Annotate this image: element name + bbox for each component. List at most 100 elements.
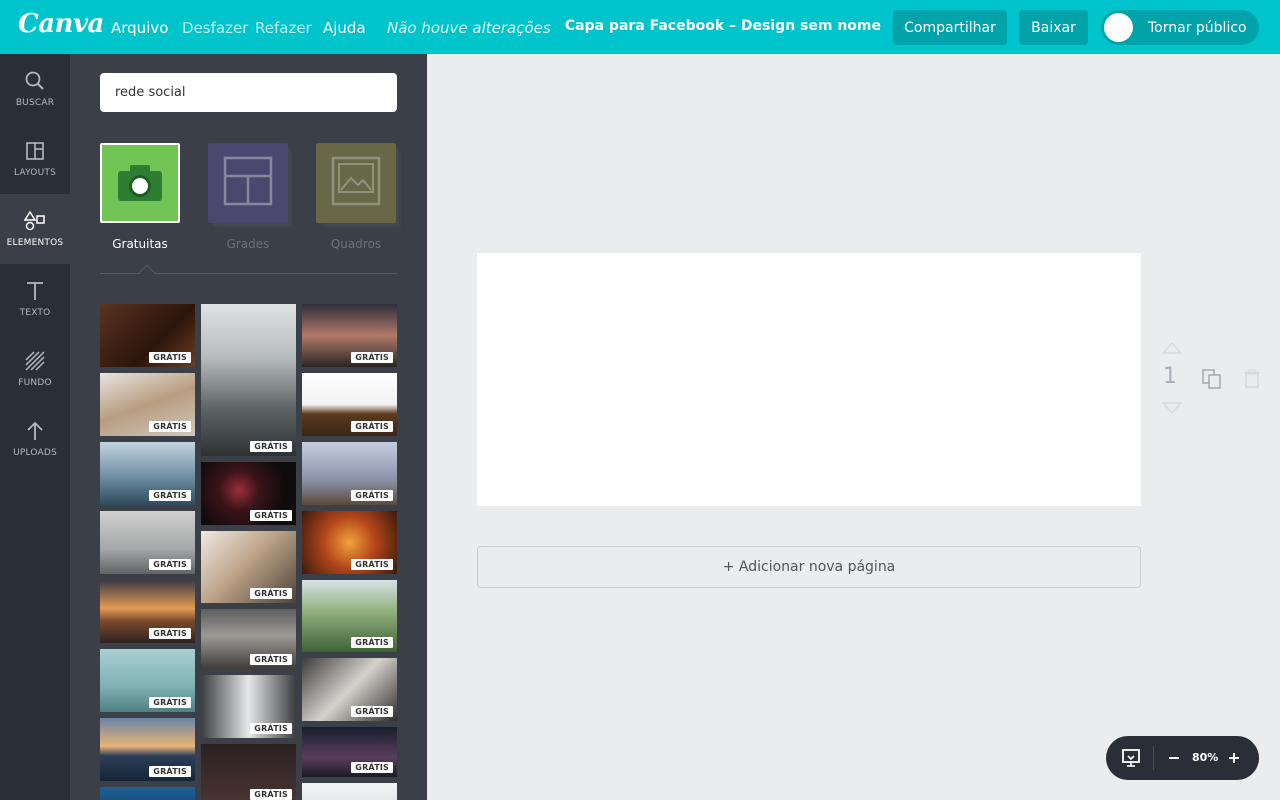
free-badge: GRÁTIS: [149, 352, 191, 363]
canva-logo[interactable]: Canva: [18, 9, 104, 39]
zoom-separator: [1153, 746, 1154, 770]
document-title[interactable]: Capa para Facebook – Design sem nome: [565, 18, 881, 34]
photo-thumbnail[interactable]: [100, 787, 195, 800]
free-badge: GRÁTIS: [351, 706, 393, 717]
category-label: Grades: [226, 237, 270, 251]
free-badge: GRÁTIS: [351, 421, 393, 432]
photo-thumbnail[interactable]: GRÁTIS: [201, 462, 296, 525]
photo-thumbnail[interactable]: GRÁTIS: [302, 373, 397, 436]
category-thumb: [316, 143, 396, 223]
upload-icon: [27, 421, 43, 440]
sidebar-item-layouts[interactable]: LAYOUTS: [0, 124, 70, 194]
category-thumb: [100, 143, 180, 223]
download-button[interactable]: Baixar: [1019, 10, 1088, 45]
menu-undo[interactable]: Desfazer: [182, 19, 248, 37]
free-badge: GRÁTIS: [149, 697, 191, 708]
free-badge: GRÁTIS: [149, 559, 191, 570]
free-badge: GRÁTIS: [250, 723, 292, 734]
frame-icon: [331, 156, 381, 206]
search-input[interactable]: [100, 73, 397, 112]
make-public-toggle[interactable]: Tornar público: [1101, 10, 1259, 45]
left-nav: BUSCAR LAYOUTS ELEMENTOS TEXTO FUNDO UPL…: [0, 54, 70, 800]
make-public-label: Tornar público: [1148, 19, 1247, 36]
free-badge: GRÁTIS: [351, 762, 393, 773]
sidebar-item-label: LAYOUTS: [14, 168, 56, 178]
presentation-icon[interactable]: [1121, 748, 1141, 768]
photo-thumbnail[interactable]: GRÁTIS: [201, 675, 296, 738]
active-category-caret: [138, 264, 156, 282]
design-canvas[interactable]: [477, 253, 1141, 506]
zoom-control: 80%: [1106, 736, 1259, 780]
layouts-icon: [26, 142, 44, 160]
free-badge: GRÁTIS: [149, 628, 191, 639]
photo-thumbnail[interactable]: GRÁTIS: [100, 649, 195, 712]
share-button[interactable]: Compartilhar: [893, 10, 1007, 45]
free-badge: GRÁTIS: [351, 637, 393, 648]
sidebar-item-label: BUSCAR: [15, 98, 55, 108]
free-badge: GRÁTIS: [149, 421, 191, 432]
photo-thumbnail[interactable]: GRÁTIS: [302, 304, 397, 367]
sidebar-item-label: FUNDO: [18, 378, 52, 388]
photo-thumbnail[interactable]: GRÁTIS: [201, 744, 296, 800]
menu-help[interactable]: Ajuda: [323, 19, 366, 37]
search-icon: [25, 71, 44, 90]
delete-page-icon[interactable]: [1243, 369, 1261, 389]
photo-thumbnail[interactable]: GRÁTIS: [302, 658, 397, 721]
photo-thumbnail[interactable]: GRÁTIS: [302, 511, 397, 574]
camera-icon: [118, 165, 162, 201]
sidebar-item-label: TEXTO: [19, 308, 51, 318]
zoom-in-icon[interactable]: [1228, 752, 1240, 764]
free-badge: GRÁTIS: [351, 490, 393, 501]
menu-redo[interactable]: Refazer: [255, 19, 312, 37]
photo-thumbnail[interactable]: GRÁTIS: [100, 373, 195, 436]
sidebar-item-background[interactable]: FUNDO: [0, 334, 70, 404]
photo-thumbnail[interactable]: GRÁTIS: [100, 442, 195, 505]
free-badge: GRÁTIS: [250, 588, 292, 599]
free-badge: GRÁTIS: [149, 766, 191, 777]
free-badge: GRÁTIS: [351, 352, 393, 363]
photo-thumbnail[interactable]: GRÁTIS: [201, 304, 296, 456]
photo-thumbnail[interactable]: GRÁTIS: [302, 442, 397, 505]
top-bar: Canva Arquivo Desfazer Refazer Ajuda Não…: [0, 0, 1280, 54]
category-grids[interactable]: Grades: [208, 143, 288, 251]
photo-thumbnail[interactable]: [302, 783, 397, 800]
photo-thumbnail[interactable]: GRÁTIS: [100, 580, 195, 643]
elements-panel: Gratuitas Grades Quadros GRÁTIS GRÁTIS G…: [70, 54, 427, 800]
category-thumb: [208, 143, 288, 223]
sidebar-item-elements[interactable]: ELEMENTOS: [0, 194, 70, 264]
move-page-down-icon[interactable]: [1162, 402, 1182, 414]
category-label: Gratuitas: [112, 237, 168, 251]
category-free[interactable]: Gratuitas: [100, 143, 180, 251]
move-page-up-icon[interactable]: [1162, 342, 1182, 354]
sidebar-item-text[interactable]: TEXTO: [0, 264, 70, 334]
photo-thumbnail[interactable]: GRÁTIS: [302, 727, 397, 777]
sidebar-item-uploads[interactable]: UPLOADS: [0, 404, 70, 474]
category-frames[interactable]: Quadros: [316, 143, 396, 251]
zoom-out-icon[interactable]: [1168, 752, 1180, 764]
background-icon: [25, 351, 45, 371]
grid-icon: [223, 156, 273, 206]
free-badge: GRÁTIS: [250, 510, 292, 521]
duplicate-page-icon[interactable]: [1201, 368, 1223, 390]
page-number: 1: [1163, 364, 1177, 389]
sidebar-item-search[interactable]: BUSCAR: [0, 54, 70, 124]
photo-thumbnail[interactable]: GRÁTIS: [302, 580, 397, 652]
free-badge: GRÁTIS: [250, 441, 292, 452]
category-label: Quadros: [330, 237, 382, 251]
photo-thumbnail[interactable]: GRÁTIS: [100, 718, 195, 781]
photo-thumbnail[interactable]: GRÁTIS: [201, 609, 296, 669]
free-badge: GRÁTIS: [250, 654, 292, 665]
photo-thumbnail[interactable]: GRÁTIS: [201, 531, 296, 603]
elements-icon: [24, 210, 45, 231]
free-badge: GRÁTIS: [149, 490, 191, 501]
free-badge: GRÁTIS: [250, 789, 292, 800]
free-badge: GRÁTIS: [351, 559, 393, 570]
toggle-knob: [1104, 13, 1133, 42]
add-page-button[interactable]: + Adicionar nova página: [477, 546, 1141, 588]
save-status: Não houve alterações: [387, 19, 551, 37]
text-icon: [27, 282, 43, 300]
photo-thumbnail[interactable]: GRÁTIS: [100, 304, 195, 367]
photo-thumbnail[interactable]: GRÁTIS: [100, 511, 195, 574]
zoom-level: 80%: [1192, 751, 1219, 764]
menu-file[interactable]: Arquivo: [111, 19, 168, 37]
